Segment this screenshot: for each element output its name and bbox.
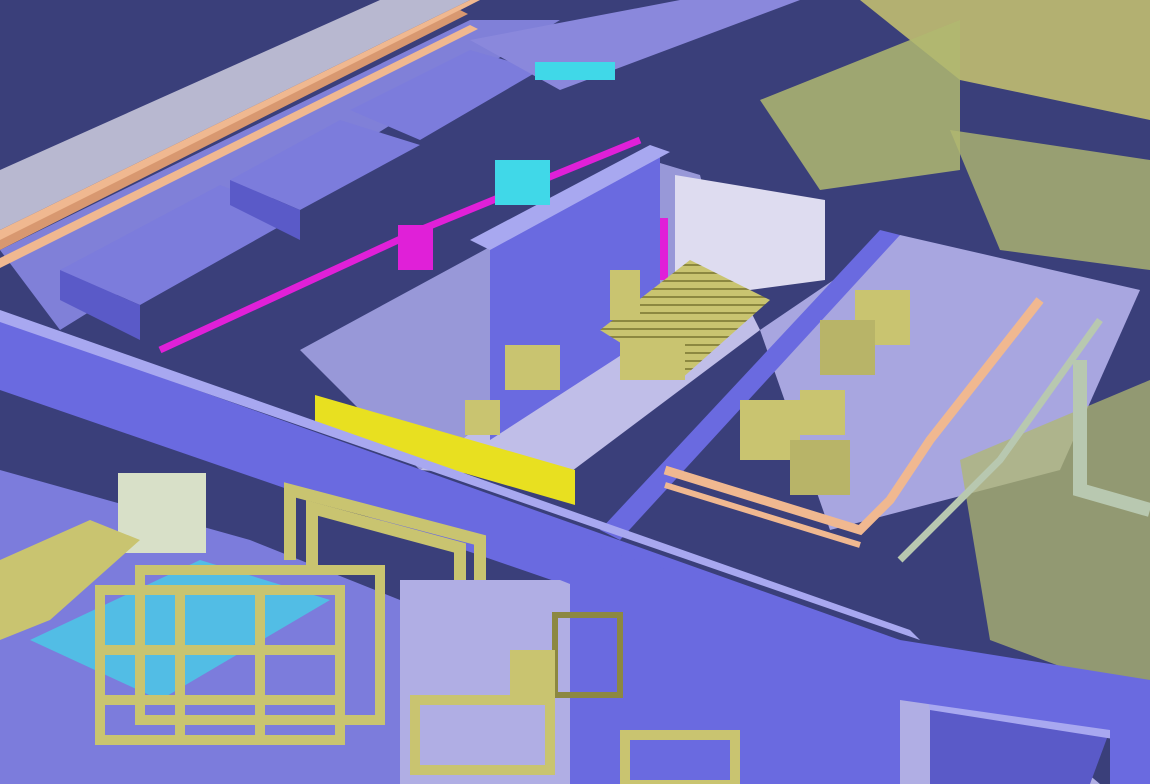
right-machine-5 — [800, 390, 845, 435]
machine-block-3 — [465, 400, 500, 435]
magenta-tank-1 — [398, 225, 433, 270]
cyan-strip-top — [535, 62, 615, 80]
machine-block-4 — [610, 270, 640, 320]
cyan-room — [495, 160, 550, 205]
right-machine-4 — [790, 440, 850, 495]
machine-block-1 — [505, 345, 560, 390]
crate-small — [510, 650, 555, 700]
right-machine-2 — [820, 320, 875, 375]
plant-3d-view — [0, 0, 1150, 784]
machine-block-2 — [620, 340, 685, 380]
